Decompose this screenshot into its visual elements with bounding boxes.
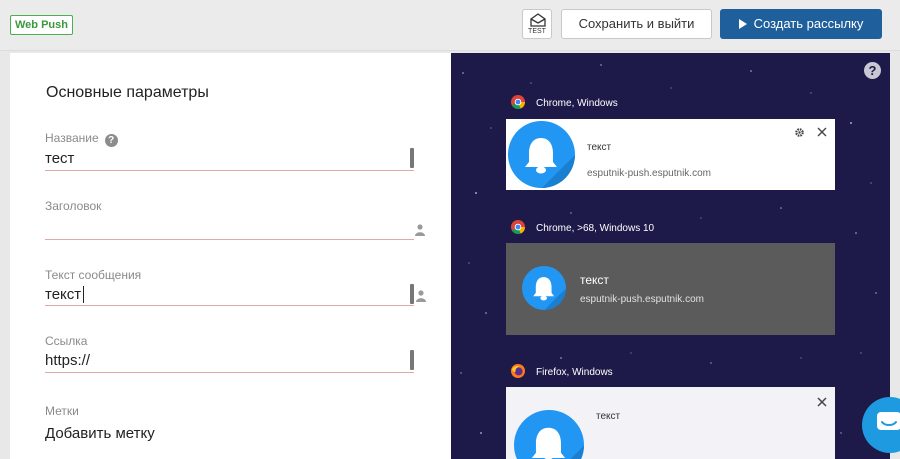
notification-preview-chrome-windows: текст esputnik-push.esputnik.com xyxy=(506,119,835,190)
notification-preview-chrome-win10: текст esputnik-push.esputnik.com xyxy=(506,243,835,335)
settings-form: Основные параметры Название? тест Заголо… xyxy=(10,53,451,459)
bell-icon xyxy=(508,121,575,188)
create-campaign-label: Создать рассылку xyxy=(753,16,864,31)
title-label: Заголовок xyxy=(45,199,102,213)
message-underline xyxy=(45,305,414,306)
help-icon[interactable]: ? xyxy=(864,62,881,79)
name-input[interactable]: тест xyxy=(45,150,74,167)
test-label: TEST xyxy=(528,28,546,35)
save-and-exit-button[interactable]: Сохранить и выйти xyxy=(561,9,712,39)
push-preview-panel: ? Chrome, Windows текст esputnik-push.es… xyxy=(451,53,890,459)
tags-label: Метки xyxy=(45,404,79,418)
close-icon[interactable] xyxy=(817,127,827,137)
message-input[interactable]: текст xyxy=(45,286,81,303)
notification-url: esputnik-push.esputnik.com xyxy=(587,168,711,179)
link-label: Ссылка xyxy=(45,334,88,348)
notification-text: текст xyxy=(580,273,609,287)
close-icon[interactable] xyxy=(817,397,827,407)
create-campaign-button[interactable]: Создать рассылку xyxy=(720,9,882,39)
browser-label: Firefox, Windows xyxy=(536,367,613,378)
envelope-icon xyxy=(530,13,546,27)
notification-text: текст xyxy=(587,142,612,153)
link-underline xyxy=(45,372,414,373)
bell-icon xyxy=(514,410,584,459)
chrome-icon xyxy=(511,220,525,234)
input-resize-handle[interactable] xyxy=(410,284,414,304)
name-label: Название? xyxy=(45,131,118,147)
section-title: Основные параметры xyxy=(46,84,209,101)
test-send-button[interactable]: TEST xyxy=(522,9,552,39)
title-underline xyxy=(45,239,414,240)
browser-label: Chrome, >68, Windows 10 xyxy=(536,223,655,234)
notification-preview-firefox-windows: текст xyxy=(506,387,835,459)
message-label: Текст сообщения xyxy=(45,268,142,282)
input-resize-handle[interactable] xyxy=(410,350,414,370)
play-icon xyxy=(738,19,747,29)
chat-icon xyxy=(877,412,900,430)
text-cursor xyxy=(83,286,84,303)
bell-icon xyxy=(522,266,566,310)
top-toolbar: Web Push TEST Сохранить и выйти Создать … xyxy=(0,0,900,51)
chrome-icon xyxy=(511,95,525,109)
notification-url: esputnik-push.esputnik.com xyxy=(580,294,704,305)
firefox-icon xyxy=(511,364,525,378)
personalize-icon[interactable] xyxy=(416,290,426,302)
gear-icon[interactable] xyxy=(795,128,804,137)
help-icon[interactable]: ? xyxy=(104,134,118,147)
personalize-icon[interactable] xyxy=(415,224,425,236)
name-underline xyxy=(45,170,414,171)
name-label-text: Название xyxy=(45,131,99,145)
input-resize-handle[interactable] xyxy=(410,148,414,168)
link-input[interactable]: https:// xyxy=(45,352,90,369)
notification-text: текст xyxy=(596,411,621,422)
add-tag-link[interactable]: Добавить метку xyxy=(45,425,155,442)
web-push-badge: Web Push xyxy=(10,15,73,35)
browser-label: Chrome, Windows xyxy=(536,98,618,109)
